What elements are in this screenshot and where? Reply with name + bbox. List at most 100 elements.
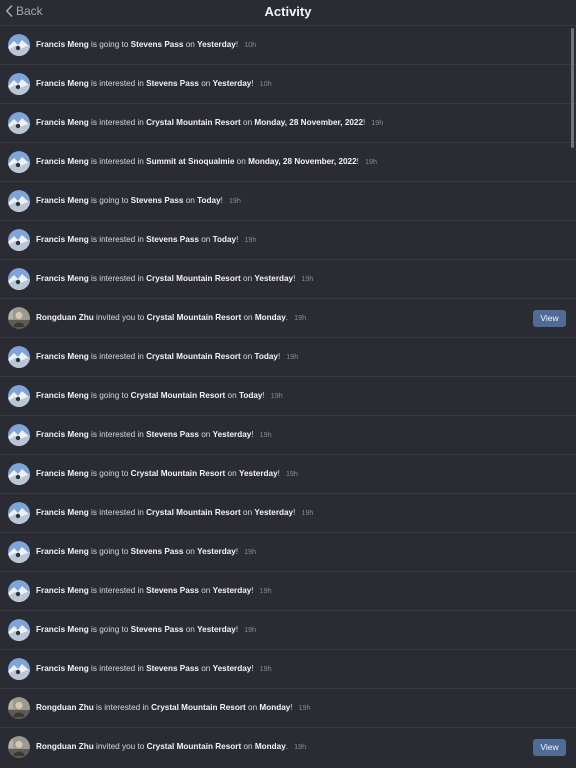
francis-avatar[interactable] (8, 229, 30, 251)
activity-row[interactable]: Rongduan Zhu invited you to Crystal Moun… (0, 727, 576, 766)
resort-name[interactable]: Stevens Pass (131, 196, 184, 205)
resort-name[interactable]: Stevens Pass (131, 625, 184, 634)
resort-name[interactable]: Crystal Mountain Resort (131, 469, 226, 478)
resort-name[interactable]: Stevens Pass (146, 430, 199, 439)
activity-row[interactable]: Francis Meng is interested in Crystal Mo… (0, 337, 576, 376)
activity-row[interactable]: Francis Meng is interested in Stevens Pa… (0, 220, 576, 259)
resort-name[interactable]: Stevens Pass (146, 79, 199, 88)
activity-row[interactable]: Francis Meng is interested in Stevens Pa… (0, 571, 576, 610)
activity-row[interactable]: Francis Meng is going to Crystal Mountai… (0, 376, 576, 415)
actor-name[interactable]: Francis Meng (36, 391, 89, 400)
view-invite-button[interactable]: View (533, 310, 566, 327)
francis-avatar[interactable] (8, 346, 30, 368)
resort-name[interactable]: Crystal Mountain Resort (146, 352, 241, 361)
activity-row[interactable]: Francis Meng is interested in Crystal Mo… (0, 493, 576, 532)
resort-name[interactable]: Stevens Pass (146, 664, 199, 673)
francis-avatar[interactable] (8, 619, 30, 641)
actor-name[interactable]: Francis Meng (36, 40, 89, 49)
activity-row[interactable]: Francis Meng is interested in Crystal Mo… (0, 103, 576, 142)
actor-name[interactable]: Francis Meng (36, 664, 89, 673)
activity-text: Rongduan Zhu is interested in Crystal Mo… (36, 702, 311, 712)
resort-name[interactable]: Crystal Mountain Resort (131, 391, 226, 400)
actor-name[interactable]: Francis Meng (36, 430, 89, 439)
view-invite-button[interactable]: View (533, 739, 566, 756)
resort-name[interactable]: Crystal Mountain Resort (147, 742, 242, 751)
resort-name[interactable]: Stevens Pass (146, 586, 199, 595)
activity-text: Francis Meng is interested in Crystal Mo… (36, 507, 314, 517)
francis-avatar[interactable] (8, 112, 30, 134)
rongduan-avatar[interactable] (8, 736, 30, 758)
actor-name[interactable]: Francis Meng (36, 547, 89, 556)
francis-avatar[interactable] (8, 463, 30, 485)
activity-row[interactable]: Francis Meng is going to Stevens Pass on… (0, 610, 576, 649)
resort-name[interactable]: Crystal Mountain Resort (146, 508, 241, 517)
francis-avatar[interactable] (8, 385, 30, 407)
activity-row[interactable]: Francis Meng is interested in Summit at … (0, 142, 576, 181)
francis-avatar[interactable] (8, 658, 30, 680)
francis-avatar[interactable] (8, 73, 30, 95)
francis-avatar[interactable] (8, 580, 30, 602)
francis-avatar[interactable] (8, 424, 30, 446)
francis-avatar[interactable] (8, 541, 30, 563)
timestamp: 19h (286, 351, 299, 361)
activity-row[interactable]: Francis Meng is interested in Crystal Mo… (0, 259, 576, 298)
actor-name[interactable]: Francis Meng (36, 625, 89, 634)
actor-name[interactable]: Francis Meng (36, 79, 89, 88)
actor-name[interactable]: Francis Meng (36, 118, 89, 127)
resort-name[interactable]: Crystal Mountain Resort (147, 313, 242, 322)
activity-row[interactable]: Francis Meng is interested in Stevens Pa… (0, 415, 576, 454)
actor-name[interactable]: Francis Meng (36, 157, 89, 166)
timestamp: 19h (301, 507, 314, 517)
rongduan-avatar[interactable] (8, 307, 30, 329)
resort-name[interactable]: Crystal Mountain Resort (146, 118, 241, 127)
actor-name[interactable]: Rongduan Zhu (36, 703, 94, 712)
actor-name[interactable]: Francis Meng (36, 235, 89, 244)
actor-name[interactable]: Francis Meng (36, 196, 89, 205)
activity-date: Monday, 28 November, 2022 (254, 117, 364, 127)
rongduan-avatar[interactable] (8, 697, 30, 719)
actor-name[interactable]: Francis Meng (36, 352, 89, 361)
activity-text: Francis Meng is going to Stevens Pass on… (36, 624, 257, 634)
activity-row[interactable]: Rongduan Zhu is interested in Crystal Mo… (0, 688, 576, 727)
francis-avatar[interactable] (8, 502, 30, 524)
activity-row[interactable]: Francis Meng is interested in Stevens Pa… (0, 649, 576, 688)
activity-verb: invited you to (93, 741, 147, 751)
activity-row[interactable]: Rongduan Zhu invited you to Crystal Moun… (0, 298, 576, 337)
activity-verb: is interested in (88, 273, 147, 283)
activity-row[interactable]: Francis Meng is interested in Stevens Pa… (0, 64, 576, 103)
francis-avatar[interactable] (8, 268, 30, 290)
resort-name[interactable]: Stevens Pass (131, 40, 184, 49)
actor-name[interactable]: Rongduan Zhu (36, 742, 94, 751)
activity-row[interactable]: Francis Meng is going to Stevens Pass on… (0, 532, 576, 571)
timestamp: 19h (244, 624, 257, 634)
date-preposition: on (198, 429, 213, 439)
sentence-end: ! (251, 585, 254, 595)
activity-verb: is going to (88, 624, 131, 634)
resort-name[interactable]: Crystal Mountain Resort (151, 703, 246, 712)
activity-text: Francis Meng is interested in Stevens Pa… (36, 79, 272, 88)
activity-verb: invited you to (93, 312, 147, 322)
actor-name[interactable]: Francis Meng (36, 508, 89, 517)
activity-row[interactable]: Francis Meng is going to Crystal Mountai… (0, 454, 576, 493)
timestamp: 19h (298, 702, 311, 712)
resort-name[interactable]: Stevens Pass (131, 547, 184, 556)
scrollbar[interactable] (571, 28, 574, 148)
francis-avatar[interactable] (8, 190, 30, 212)
actor-name[interactable]: Francis Meng (36, 469, 89, 478)
sentence-end: ! (236, 234, 239, 244)
francis-avatar[interactable] (8, 151, 30, 173)
actor-name[interactable]: Francis Meng (36, 274, 89, 283)
actor-name[interactable]: Rongduan Zhu (36, 313, 94, 322)
activity-list[interactable]: Francis Meng is going to Stevens Pass on… (0, 25, 576, 766)
actor-name[interactable]: Francis Meng (36, 586, 89, 595)
resort-name[interactable]: Crystal Mountain Resort (146, 274, 241, 283)
activity-row[interactable]: Francis Meng is going to Stevens Pass on… (0, 181, 576, 220)
activity-row[interactable]: Francis Meng is going to Stevens Pass on… (0, 25, 576, 64)
resort-name[interactable]: Stevens Pass (146, 235, 199, 244)
resort-name[interactable]: Summit at Snoqualmie (146, 157, 234, 166)
activity-date: Yesterday (212, 429, 252, 439)
activity-verb: is interested in (88, 585, 147, 595)
activity-date: Monday (254, 312, 286, 322)
francis-avatar[interactable] (8, 34, 30, 56)
activity-verb: is interested in (88, 234, 147, 244)
